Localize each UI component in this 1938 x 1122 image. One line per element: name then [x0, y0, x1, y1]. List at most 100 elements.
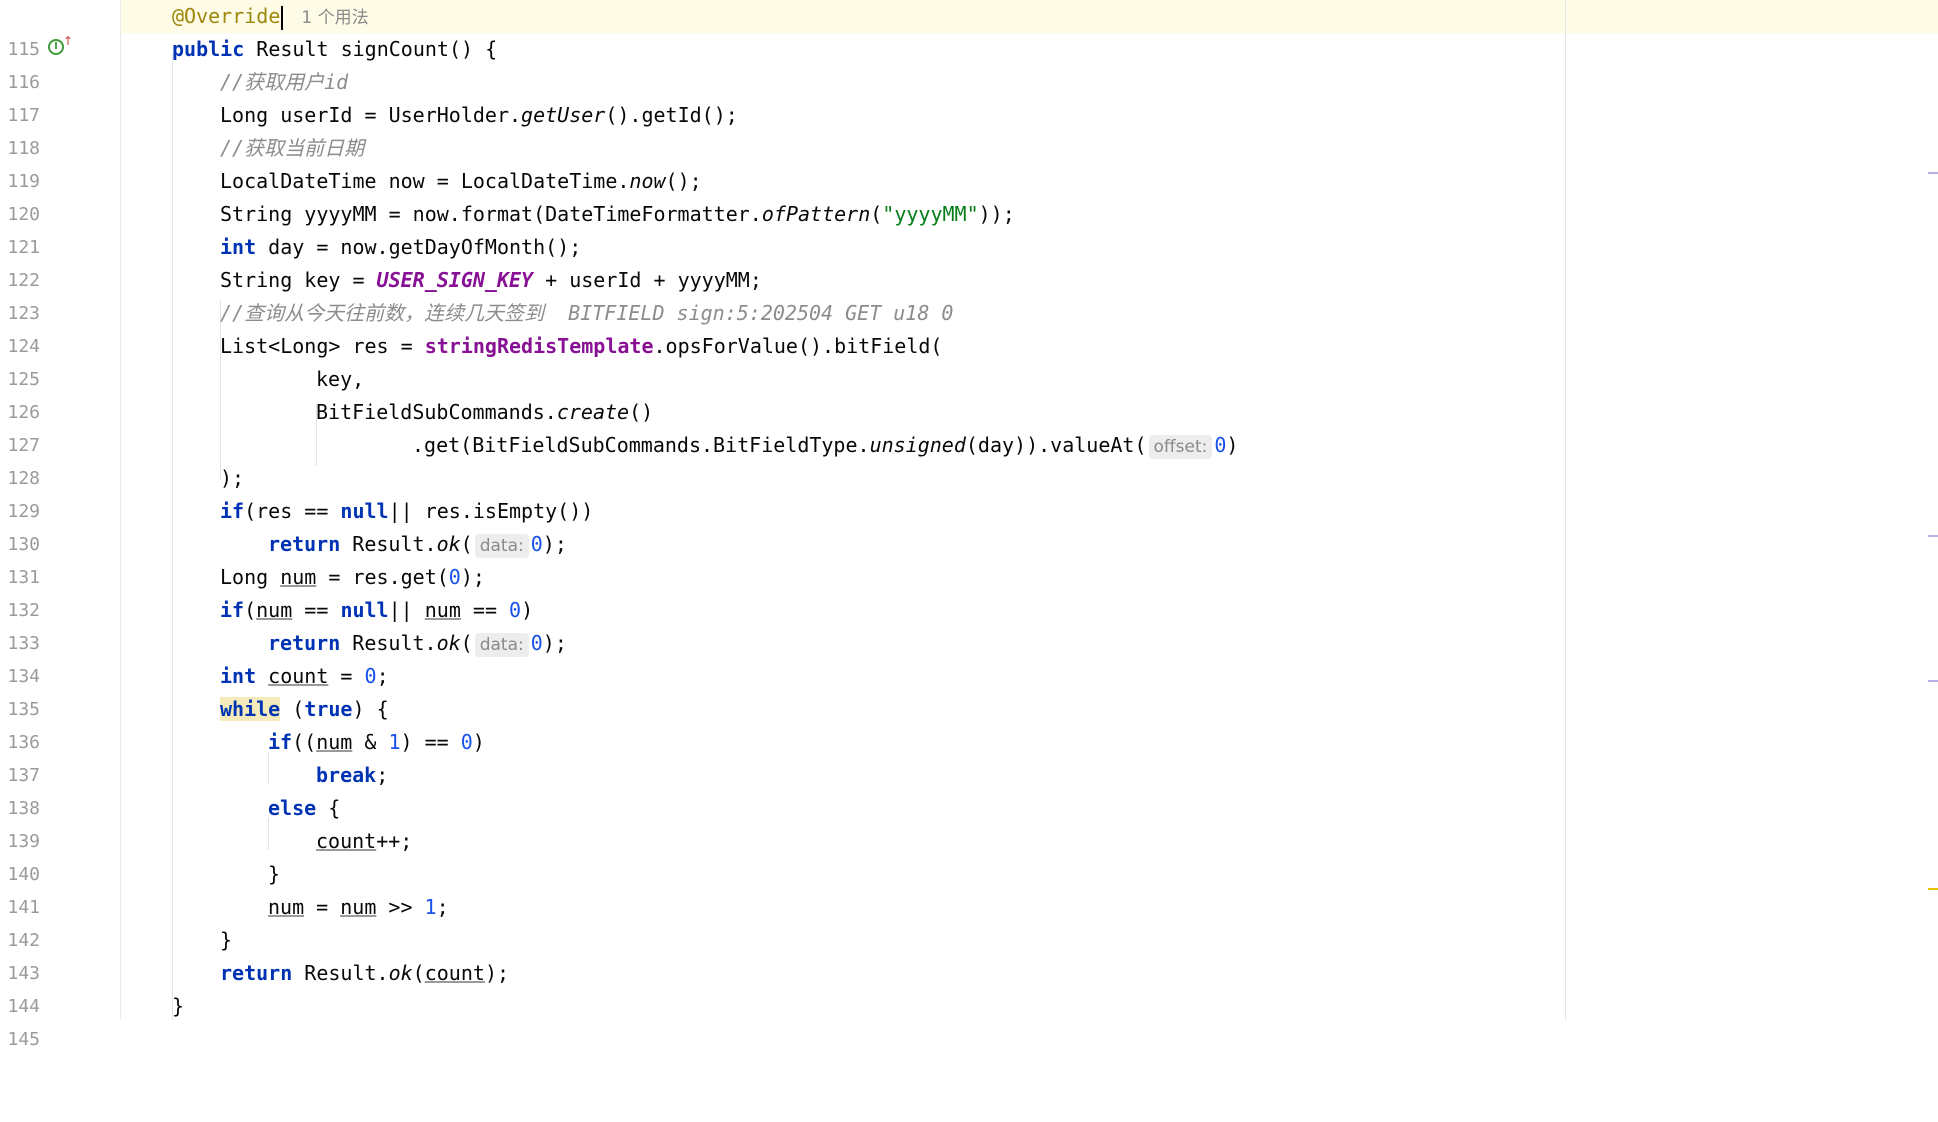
scrollbar-marker[interactable] — [1928, 888, 1938, 890]
code-text: ( — [412, 961, 425, 985]
method-signature: Result signCount() { — [244, 37, 498, 61]
code-line[interactable]: 117 //获取用户id — [0, 66, 1938, 126]
code-editor[interactable]: 115 @Override 1 个用法 116 I ↑ public Result … — [0, 0, 1938, 1050]
code-text: (day)).valueAt( — [965, 433, 1147, 457]
comment: //查询从今天往前数，连续几天签到 BITFIELD sign:5:202504… — [220, 301, 954, 325]
keyword: int — [220, 664, 257, 688]
code-text: + userId + yyyyMM; — [533, 268, 762, 292]
code-line[interactable]: 134 return Result.ok(data: 0); — [0, 627, 1938, 687]
code-text: >> — [376, 895, 425, 919]
line-number: 145 — [7, 1029, 40, 1050]
code-line[interactable]: 143 } — [0, 924, 1938, 984]
reassigned-variable: count — [316, 829, 377, 853]
code-text: Long userId = UserHolder. — [220, 103, 522, 127]
static-method: getUser — [521, 103, 606, 127]
code-text: .opsForValue().bitField( — [653, 334, 943, 358]
code-text: key, — [316, 367, 365, 391]
parameter-hint: offset: — [1148, 435, 1213, 459]
usage-count-hint[interactable]: 1 个用法 — [301, 8, 368, 28]
code-line[interactable]: 136 while (true) { — [0, 693, 1938, 753]
scrollbar-marker[interactable] — [1928, 172, 1938, 174]
code-line[interactable]: 129 ); — [0, 462, 1938, 522]
code-line[interactable]: 130 if(res == null|| res.isEmpty()) — [0, 495, 1938, 555]
code-line[interactable]: 142 num = num >> 1; — [0, 891, 1938, 951]
code-text: ( — [460, 631, 473, 655]
code-line[interactable]: 122 int day = now.getDayOfMonth(); — [0, 231, 1938, 291]
code-text: ( — [460, 532, 473, 556]
code-text: ); — [542, 532, 567, 556]
static-method: ok — [436, 631, 461, 655]
field: stringRedisTemplate — [424, 334, 654, 358]
code-line[interactable]: 137 if((num & 1) == 0) — [0, 726, 1938, 786]
code-text: (); — [665, 169, 702, 193]
code-line[interactable]: 124 //查询从今天往前数，连续几天签到 BITFIELD sign:5:20… — [0, 297, 1938, 357]
constant: USER_SIGN_KEY — [376, 268, 534, 292]
code-text: ); — [220, 466, 245, 490]
code-text: )); — [978, 202, 1015, 226]
static-method: create — [556, 400, 630, 424]
code-text: day = now.getDayOfMonth(); — [256, 235, 582, 259]
comment: //获取用户id — [220, 70, 349, 94]
keyword: null — [340, 598, 389, 622]
number-literal: 0 — [1214, 433, 1227, 457]
code-text: == — [292, 598, 341, 622]
code-text: LocalDateTime now = LocalDateTime. — [220, 169, 630, 193]
code-line[interactable]: 121 String yyyyMM = now.format(DateTimeF… — [0, 198, 1938, 258]
code-line[interactable]: 119 //获取当前日期 — [0, 132, 1938, 192]
code-line[interactable]: 128 .get(BitFieldSubCommands.BitFieldTyp… — [0, 429, 1938, 489]
code-line[interactable]: 115 @Override 1 个用法 — [0, 0, 1938, 60]
code-text: = — [328, 664, 365, 688]
number-literal: 0 — [460, 730, 473, 754]
reassigned-variable: num — [268, 895, 305, 919]
number-literal: 0 — [530, 631, 543, 655]
reassigned-variable: num — [280, 565, 317, 589]
code-line[interactable]: 126 key, — [0, 363, 1938, 423]
code-line[interactable]: 116 I ↑ public Result signCount() { — [0, 33, 1938, 93]
code-text: Result. — [340, 532, 437, 556]
static-method: ofPattern — [761, 202, 871, 226]
keyword: else — [268, 796, 317, 820]
keyword: int — [220, 235, 257, 259]
number-literal: 0 — [509, 598, 522, 622]
scrollbar-marker[interactable] — [1928, 535, 1938, 537]
code-line[interactable]: 125 List<Long> res = stringRedisTemplate… — [0, 330, 1938, 390]
code-text: ) { — [352, 697, 389, 721]
code-text: { — [316, 796, 341, 820]
keyword: return — [220, 961, 293, 985]
number-literal: 1 — [388, 730, 401, 754]
code-text: String key = — [220, 268, 377, 292]
code-line[interactable]: 144 return Result.ok(count); — [0, 957, 1938, 1017]
code-line[interactable]: 133 if(num == null|| num == 0) — [0, 594, 1938, 654]
implementation-up-arrow-icon[interactable]: I — [48, 39, 64, 55]
reassigned-variable: count — [424, 961, 485, 985]
code-line[interactable]: 127 BitFieldSubCommands.create() — [0, 396, 1938, 456]
code-text: ); — [542, 631, 567, 655]
keyword: if — [268, 730, 293, 754]
code-line[interactable]: 135 int count = 0; — [0, 660, 1938, 720]
code-text: () — [629, 400, 654, 424]
static-method: ok — [436, 532, 461, 556]
parameter-hint: data: — [474, 534, 529, 558]
reassigned-variable: count — [268, 664, 329, 688]
code-line[interactable]: 120 LocalDateTime now = LocalDateTime.no… — [0, 165, 1938, 225]
code-line[interactable]: 139 else { — [0, 792, 1938, 852]
code-text: || res.isEmpty()) — [388, 499, 594, 523]
code-line[interactable]: 145 } — [0, 990, 1938, 1050]
code-line[interactable]: 141 } — [0, 858, 1938, 918]
keyword: return — [268, 532, 341, 556]
code-text: (res == — [244, 499, 341, 523]
code-line[interactable]: 131 return Result.ok(data: 0); — [0, 528, 1938, 588]
code-text: ; — [436, 895, 449, 919]
reassigned-variable: num — [424, 598, 461, 622]
code-line[interactable]: 140 count++; — [0, 825, 1938, 885]
code-line[interactable]: 123 String key = USER_SIGN_KEY + userId … — [0, 264, 1938, 324]
code-line[interactable]: 132 Long num = res.get(0); — [0, 561, 1938, 621]
keyword: public — [172, 37, 245, 61]
code-text: BitFieldSubCommands. — [316, 400, 557, 424]
code-text: = res.get( — [316, 565, 449, 589]
scrollbar-marker[interactable] — [1928, 680, 1938, 682]
keyword: if — [220, 598, 245, 622]
string-literal: "yyyyMM" — [882, 202, 979, 226]
code-line[interactable]: 138 break; — [0, 759, 1938, 819]
code-line[interactable]: 118 Long userId = UserHolder.getUser().g… — [0, 99, 1938, 159]
